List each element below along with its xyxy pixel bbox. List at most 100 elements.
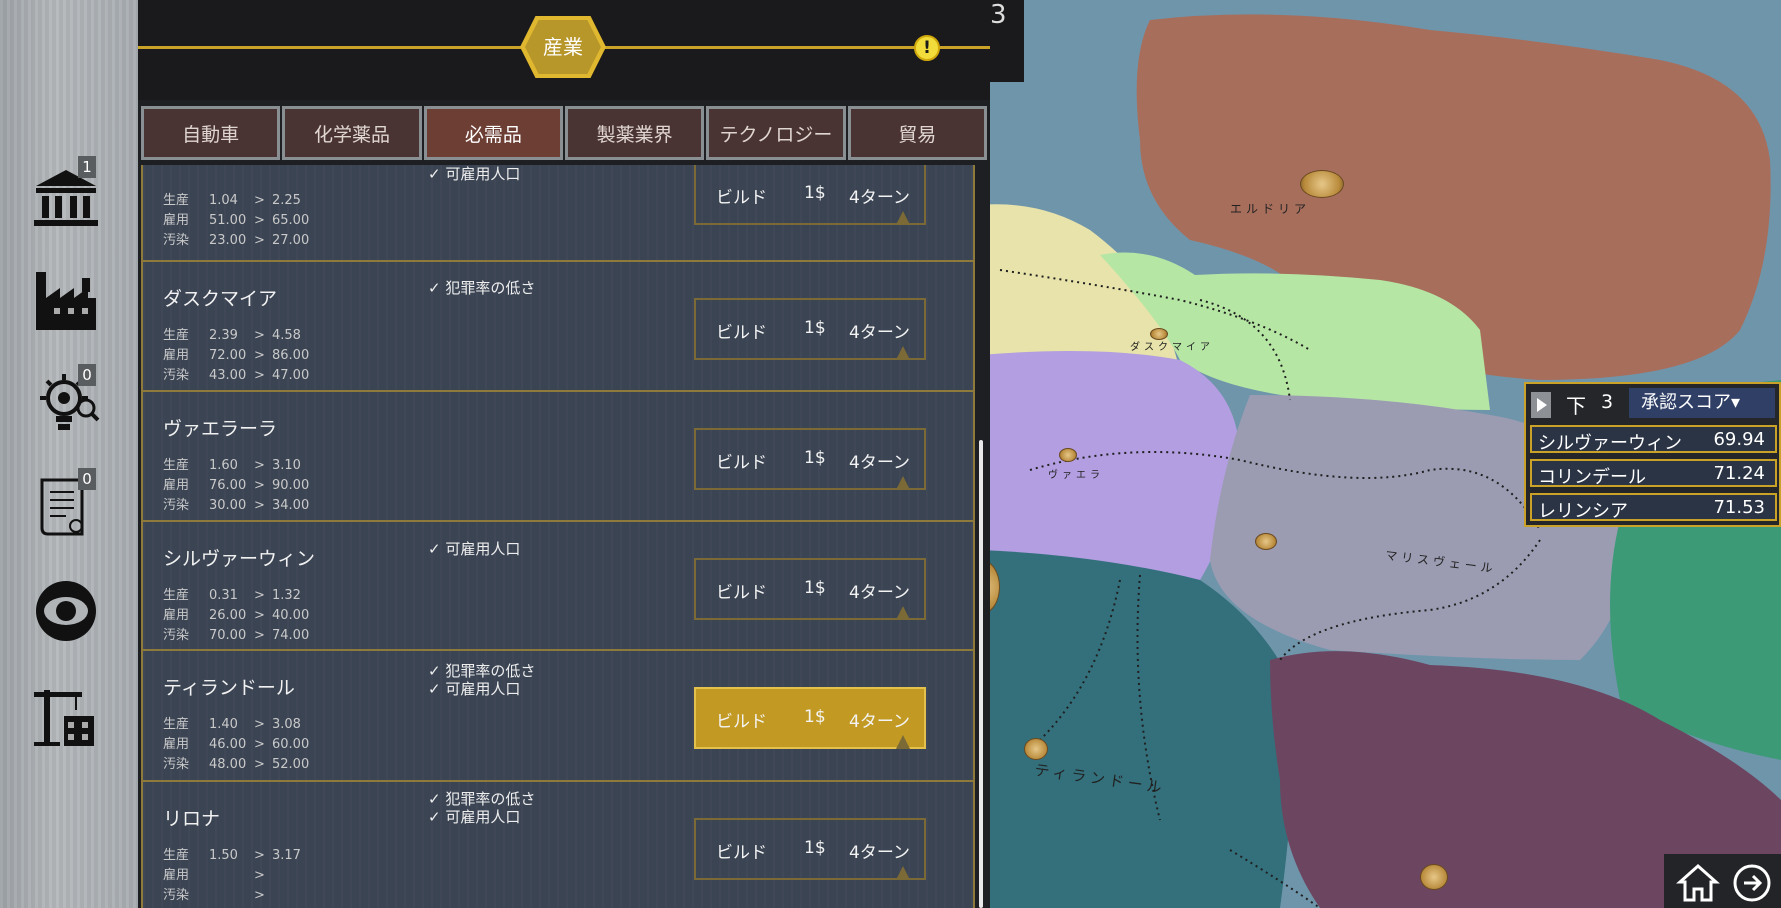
- home-button[interactable]: [1676, 862, 1720, 904]
- city-stats: 生産 1.60 >3.10 雇用 76.00 >90.00 汚染 30.00 >34.00: [163, 456, 309, 516]
- tooltip-notch-icon: [896, 606, 910, 620]
- alert-icon[interactable]: !: [914, 35, 940, 61]
- stat-row-production: 生産 2.39 >4.58: [163, 326, 309, 346]
- city-marker[interactable]: [1024, 738, 1048, 760]
- score-row[interactable]: コリンデール 71.24: [1530, 459, 1777, 488]
- policies-button[interactable]: 0: [30, 468, 102, 544]
- stat-row-employment: 雇用 >: [163, 866, 301, 886]
- score-value: 71.53: [1713, 497, 1765, 518]
- stat-label: 汚染: [163, 498, 190, 513]
- stat-current: 46.00: [209, 737, 247, 752]
- city-stats: 生産 0.31 >1.32 雇用 26.00 >40.00 汚染 70.00 >74.00: [163, 586, 309, 646]
- stat-next: 52.00: [272, 757, 310, 772]
- tab-3[interactable]: 製薬業界: [564, 106, 705, 160]
- stat-current: 1.40: [209, 717, 238, 732]
- stat-current: 70.00: [209, 628, 247, 643]
- stat-label: 雇用: [163, 868, 190, 883]
- map-label-north: エルドリア: [1230, 202, 1311, 216]
- stat-row-production: 生産 1.40 >3.08: [163, 715, 309, 735]
- score-row[interactable]: シルヴァーウィン 69.94: [1530, 425, 1777, 454]
- top-bar-overflow: 3: [988, 0, 1024, 82]
- industry-tabs: 自動車 化学薬品 必需品 製薬業界 テクノロジー 貿易: [141, 106, 987, 160]
- stat-current: 43.00: [209, 368, 247, 383]
- tooltip-notch-icon: [896, 735, 910, 749]
- stat-arrow: >: [254, 628, 265, 643]
- intelligence-button[interactable]: [30, 575, 102, 647]
- build-label: ビルド: [716, 843, 767, 863]
- overflow-digit: 3: [990, 0, 1007, 30]
- tooltip-notch-icon: [896, 866, 910, 880]
- build-label: ビルド: [716, 712, 767, 732]
- stat-next: 3.17: [272, 848, 301, 863]
- city-card: ダスクマイア 生産 2.39 >4.58 雇用 72.00 >86.00 汚染 43.00 >47…: [141, 260, 975, 400]
- stat-row-production: 生産 1.60 >3.10: [163, 456, 309, 476]
- tooltip-notch-icon: [896, 346, 910, 360]
- city-card: 生産 1.04 >2.25 雇用 51.00 >65.00 汚染 23.00 >27.00 ✓ 可…: [141, 165, 975, 265]
- stat-arrow: >: [254, 498, 265, 513]
- research-button[interactable]: 0: [30, 364, 102, 440]
- construction-button[interactable]: [30, 680, 102, 752]
- tab-2[interactable]: 必需品: [423, 106, 563, 160]
- stat-arrow: >: [254, 848, 265, 863]
- city-stats: 生産 1.40 >3.08 雇用 46.00 >60.00 汚染 48.00 >52.00: [163, 715, 309, 775]
- requirement: ✓ 犯罪率の低さ: [428, 662, 536, 680]
- stat-next: 4.58: [272, 328, 301, 343]
- home-icon: [1676, 863, 1720, 902]
- stat-current: 48.00: [209, 757, 247, 772]
- stat-row-pollution: 汚染 70.00 >74.00: [163, 626, 309, 646]
- build-cost: 1$: [804, 318, 826, 338]
- score-panel: 下 3 承認スコア▾ シルヴァーウィン 69.94 コリンデール 71.24 レリンシア…: [1524, 382, 1781, 527]
- scrollbar-thumb[interactable]: [979, 440, 983, 908]
- city-marker[interactable]: [1420, 864, 1448, 890]
- map-label-valera: ヴァエラ: [1048, 470, 1104, 481]
- build-duration: 4ターン: [849, 843, 910, 863]
- city-name: シルヴァーウィン: [163, 548, 316, 570]
- next-turn-button[interactable]: [1730, 862, 1774, 904]
- stat-arrow: >: [254, 328, 265, 343]
- tab-4[interactable]: テクノロジー: [706, 106, 846, 160]
- city-marker[interactable]: [1059, 448, 1077, 462]
- stat-next: 3.08: [272, 717, 301, 732]
- category-badge[interactable]: 産業: [520, 16, 606, 78]
- stat-current: 1.60: [209, 458, 238, 473]
- industry-button[interactable]: [30, 264, 102, 336]
- build-button[interactable]: ビルド 1$ 4ターン: [694, 818, 926, 880]
- build-button[interactable]: ビルド 1$ 4ターン: [694, 298, 926, 360]
- requirement: ✓ 犯罪率の低さ: [428, 279, 536, 297]
- tab-1[interactable]: 化学薬品: [282, 106, 422, 160]
- stat-label: 生産: [163, 193, 190, 208]
- score-row[interactable]: レリンシア 71.53: [1530, 493, 1777, 522]
- city-card: ティランドール生産 1.40 >3.08 雇用 46.00 >60.00 汚染 48.00 >5…: [141, 649, 975, 789]
- city-marker[interactable]: [1255, 533, 1277, 550]
- stat-next: 47.00: [272, 368, 310, 383]
- play-icon[interactable]: [1531, 392, 1551, 418]
- score-direction[interactable]: 下: [1566, 390, 1586, 419]
- stat-label: 生産: [163, 328, 190, 343]
- city-name: リロナ: [163, 808, 221, 830]
- region-valera[interactable]: [980, 351, 1240, 580]
- build-button[interactable]: ビルド 1$ 4ターン: [694, 558, 926, 620]
- requirement: ✓ 可雇用人口: [428, 680, 521, 698]
- stat-next: 86.00: [272, 348, 310, 363]
- build-button[interactable]: ビルド 1$ 4ターン: [694, 165, 926, 225]
- stat-row-employment: 雇用 76.00 >90.00: [163, 476, 309, 496]
- tab-0[interactable]: 自動車: [141, 106, 281, 160]
- city-card: リロナ 生産 1.50 >3.17 雇用 > 汚染 > ✓ 犯罪率の低さ ✓ 可雇用人口 ビルド 1$…: [141, 780, 975, 908]
- build-label: ビルド: [716, 453, 767, 473]
- stat-row-pollution: 汚染 30.00 >34.00: [163, 496, 309, 516]
- build-button[interactable]: ビルド 1$ 4ターン: [694, 687, 926, 749]
- construction-crane-icon: [34, 690, 94, 746]
- city-card: シルヴァーウィン 生産 0.31 >1.32 雇用 26.00 >40.00 汚染 70.00 >…: [141, 520, 975, 660]
- government-button[interactable]: 1: [30, 156, 102, 232]
- score-metric-dropdown[interactable]: 承認スコア▾: [1629, 388, 1775, 418]
- city-name: ダスクマイア: [163, 288, 278, 310]
- build-button[interactable]: ビルド 1$ 4ターン: [694, 428, 926, 490]
- city-marker[interactable]: [1300, 170, 1344, 198]
- score-count[interactable]: 3: [1601, 391, 1613, 413]
- build-cost: 1$: [804, 183, 826, 203]
- stat-next: 34.00: [272, 498, 310, 513]
- city-name: ティランドール: [163, 677, 295, 699]
- tab-5[interactable]: 貿易: [847, 106, 987, 160]
- stat-next: 90.00: [272, 478, 310, 493]
- stat-row-pollution: 汚染 >: [163, 886, 301, 906]
